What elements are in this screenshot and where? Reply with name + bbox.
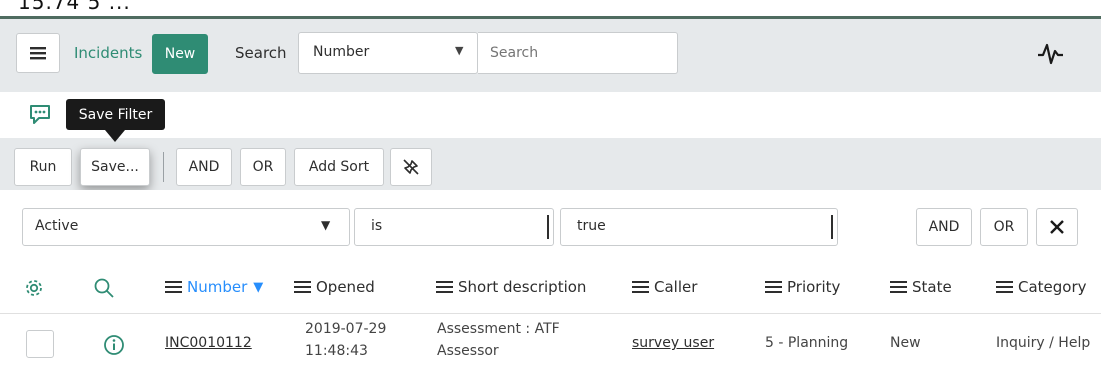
search-field-select[interactable]: Number ▼: [298, 32, 478, 74]
condition-and-button[interactable]: AND: [916, 208, 972, 246]
column-header-state[interactable]: State: [890, 278, 952, 296]
column-header-state-label: State: [912, 278, 952, 296]
activity-stream-icon[interactable]: [1036, 41, 1064, 67]
condition-or-button[interactable]: OR: [980, 208, 1028, 246]
short-description-line1: Assessment : ATF: [437, 321, 560, 337]
hamburger-icon: [30, 47, 46, 60]
condition-field-value: Active: [35, 218, 79, 234]
column-menu-icon[interactable]: [765, 278, 782, 296]
select-arrow-icon: [825, 215, 833, 239]
column-menu-icon[interactable]: [165, 278, 182, 296]
column-header-short-description[interactable]: Short description: [436, 278, 586, 296]
column-menu-icon[interactable]: [632, 278, 649, 296]
filter-actions-bar: Run Save... AND OR Add Sort: [0, 138, 1101, 190]
pin-remove-icon: [403, 159, 419, 175]
table-header-row: Number ▼ Opened Short description Caller…: [0, 260, 1101, 314]
chevron-down-icon: ▼: [455, 44, 464, 57]
column-menu-icon[interactable]: [436, 278, 453, 296]
and-button[interactable]: AND: [176, 148, 232, 186]
state-value: New: [890, 335, 921, 351]
search-input[interactable]: [478, 32, 678, 74]
row-checkbox[interactable]: [26, 330, 54, 358]
condition-value: true: [577, 218, 606, 234]
column-menu-icon[interactable]: [890, 278, 907, 296]
search-label: Search: [235, 44, 287, 62]
save-filter-tooltip: Save Filter: [66, 99, 165, 130]
search-icon[interactable]: [93, 277, 115, 299]
opened-time: 11:48:43: [305, 343, 368, 359]
top-strip-text: 15.74 5 ...: [18, 0, 131, 14]
or-button[interactable]: OR: [240, 148, 286, 186]
column-header-number-label: Number: [187, 278, 248, 296]
hamburger-menu-button[interactable]: [16, 33, 60, 73]
new-button[interactable]: New: [152, 34, 208, 74]
gear-icon[interactable]: [24, 278, 44, 298]
secondary-toolbar: [0, 92, 1101, 138]
tooltip-arrow: [105, 130, 125, 142]
info-icon[interactable]: [103, 334, 125, 356]
toolbar-divider: [163, 152, 164, 182]
column-header-caller-label: Caller: [654, 278, 698, 296]
table-row: INC0010112 2019-07-29 11:48:43 Assessmen…: [0, 314, 1101, 370]
column-header-priority-label: Priority: [787, 278, 841, 296]
sort-descending-icon: ▼: [253, 279, 264, 295]
condition-field-select[interactable]: Active ▼: [22, 208, 350, 246]
condition-operator-select[interactable]: is: [354, 208, 554, 246]
column-menu-icon[interactable]: [294, 278, 311, 296]
add-sort-button[interactable]: Add Sort: [294, 148, 384, 186]
filter-condition-row: Active ▼ is true AND OR: [0, 190, 1101, 260]
list-header: Incidents New Search Number ▼: [0, 16, 1101, 92]
column-header-category-label: Category: [1018, 278, 1087, 296]
priority-value: 5 - Planning: [765, 335, 849, 351]
remove-condition-button[interactable]: [1036, 208, 1078, 246]
category-value: Inquiry / Help: [996, 335, 1091, 351]
condition-operator-value: is: [371, 218, 383, 234]
top-strip: 15.74 5 ...: [0, 0, 1101, 16]
condition-value-select[interactable]: true: [560, 208, 838, 246]
column-header-opened[interactable]: Opened: [294, 278, 375, 296]
column-header-number[interactable]: Number ▼: [165, 278, 263, 296]
incident-number-link[interactable]: INC0010112: [165, 335, 252, 351]
caller-link[interactable]: survey user: [632, 335, 714, 351]
close-icon: [1050, 220, 1064, 234]
short-description-line2: Assessor: [437, 343, 499, 359]
chat-bubble-icon[interactable]: [28, 102, 52, 126]
column-menu-icon[interactable]: [996, 278, 1013, 296]
run-button[interactable]: Run: [14, 148, 72, 186]
column-header-category[interactable]: Category: [996, 278, 1087, 296]
search-field-value: Number: [313, 44, 370, 60]
save-filter-button[interactable]: Save...: [80, 148, 150, 186]
select-arrow-icon: [541, 215, 549, 239]
opened-date: 2019-07-29: [305, 321, 387, 337]
remove-pin-button[interactable]: [390, 148, 432, 186]
column-header-caller[interactable]: Caller: [632, 278, 697, 296]
column-header-priority[interactable]: Priority: [765, 278, 840, 296]
list-title[interactable]: Incidents: [74, 44, 142, 62]
column-header-short-description-label: Short description: [458, 278, 587, 296]
chevron-down-icon: ▼: [321, 218, 331, 232]
column-header-opened-label: Opened: [316, 278, 375, 296]
